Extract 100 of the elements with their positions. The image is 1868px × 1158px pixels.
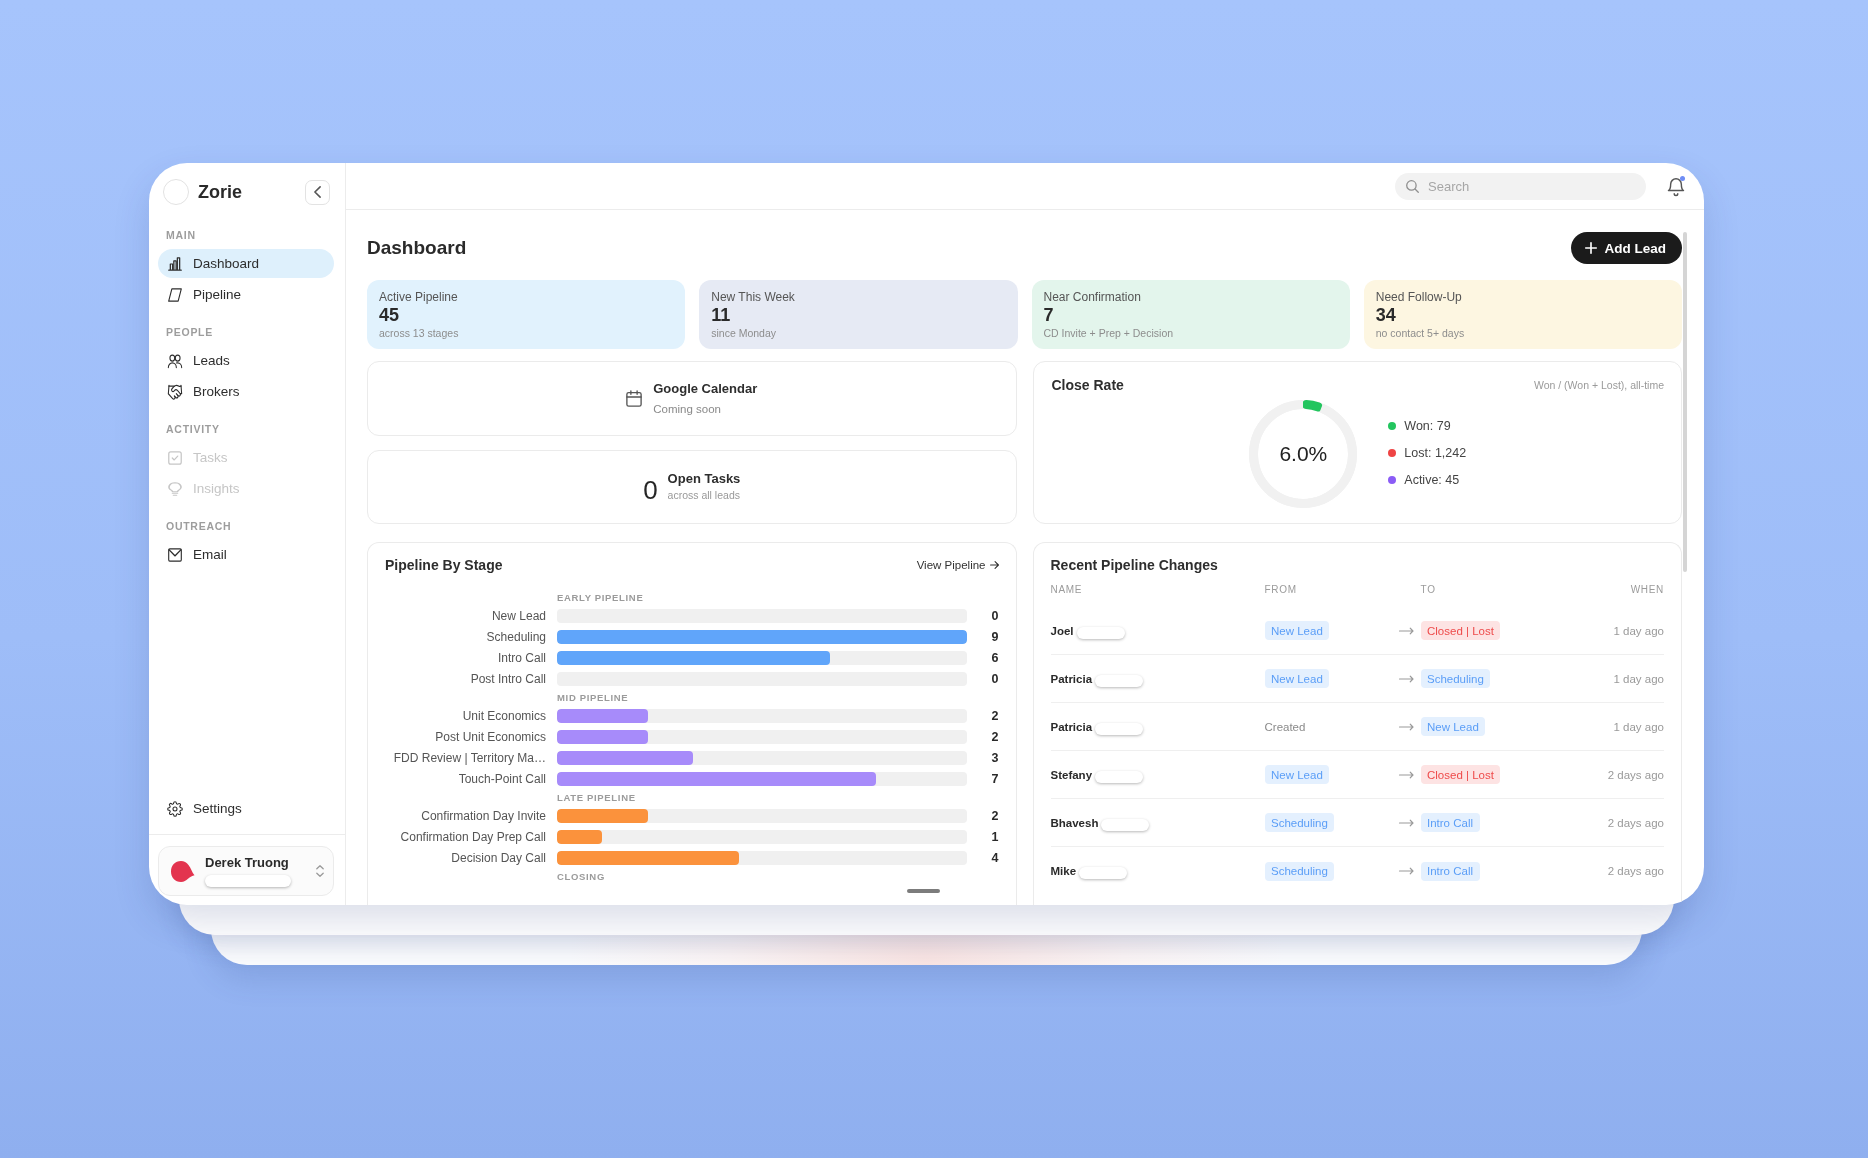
stat-label: Near Confirmation bbox=[1043, 290, 1141, 304]
long-arrow-icon bbox=[1398, 722, 1414, 731]
card-title: Close Rate bbox=[1051, 377, 1124, 393]
view-pipeline-link[interactable]: View Pipeline bbox=[916, 559, 999, 571]
stage-count: 0 bbox=[991, 671, 999, 686]
redaction-bar bbox=[1076, 626, 1125, 639]
stage-tag: Closed | Lost bbox=[1420, 765, 1501, 784]
redaction-bar bbox=[1095, 722, 1144, 735]
stage-count: 7 bbox=[991, 771, 999, 786]
section-label: PEOPLE bbox=[166, 325, 213, 339]
card-title: Open Tasks bbox=[667, 470, 741, 487]
stage-label: New Lead bbox=[491, 608, 546, 623]
lead-name: Mike bbox=[1050, 865, 1077, 877]
stage-count: 3 bbox=[991, 750, 999, 765]
scrollbar-thumb[interactable] bbox=[1683, 232, 1687, 572]
account-switcher[interactable]: Derek Truong bbox=[158, 846, 334, 896]
brand-name: Zorie bbox=[198, 181, 242, 203]
change-time: 1 day ago bbox=[1613, 720, 1664, 733]
lead-name: Bhavesh bbox=[1050, 816, 1099, 829]
group-label: LATE PIPELINE bbox=[557, 791, 636, 803]
stage-label: Confirmation Day Invite bbox=[421, 808, 546, 823]
handshake-icon bbox=[168, 384, 182, 399]
long-arrow-icon bbox=[1398, 674, 1414, 683]
add-lead-button[interactable]: Add Lead bbox=[1571, 232, 1682, 264]
parallelogram-icon bbox=[168, 287, 182, 302]
stage-tag: Scheduling bbox=[1420, 669, 1491, 688]
stage-tag: Intro Call bbox=[1420, 861, 1480, 881]
column-header: FROM bbox=[1264, 583, 1297, 595]
stage-count: 6 bbox=[991, 650, 999, 665]
stat-label: Active Pipeline bbox=[379, 290, 458, 304]
search-field[interactable]: Search bbox=[1395, 172, 1646, 200]
change-time: 1 day ago bbox=[1613, 624, 1664, 637]
group-label: CLOSING bbox=[557, 870, 605, 882]
card-title: Recent Pipeline Changes bbox=[1050, 556, 1218, 574]
nav-item[interactable]: Email bbox=[158, 540, 334, 569]
stat-value: 34 bbox=[1375, 304, 1396, 326]
stage-tag: Closed | Lost bbox=[1420, 621, 1501, 640]
change-time: 1 day ago bbox=[1613, 672, 1664, 685]
avatar-icon bbox=[170, 859, 195, 883]
stage-tag: Scheduling bbox=[1264, 861, 1335, 881]
section-label: ACTIVITY bbox=[166, 422, 220, 436]
search-icon bbox=[1406, 179, 1419, 193]
stage-count: 9 bbox=[991, 629, 999, 644]
column-header: WHEN bbox=[1630, 583, 1664, 595]
chevron-up-down-icon bbox=[316, 865, 324, 877]
nav-item[interactable]: Leads bbox=[158, 346, 334, 375]
checkbox-icon bbox=[168, 450, 182, 465]
stat-value: 11 bbox=[711, 304, 731, 326]
page-title: Dashboard bbox=[367, 237, 467, 259]
logo-icon bbox=[163, 179, 189, 205]
card-title: Pipeline By Stage bbox=[385, 557, 503, 573]
column-header: TO bbox=[1420, 583, 1436, 595]
stat-note: since Monday bbox=[711, 326, 777, 340]
stage-tag: New Lead bbox=[1264, 621, 1330, 640]
lead-name: Joel bbox=[1050, 624, 1074, 637]
stage-text: Created bbox=[1264, 720, 1306, 733]
stat-label: New This Week bbox=[711, 290, 795, 304]
arrow-right-icon bbox=[989, 561, 999, 569]
stat-note: across 13 stages bbox=[379, 326, 459, 340]
legend-label: Won: 79 bbox=[1404, 419, 1451, 433]
legend-label: Lost: 1,242 bbox=[1404, 446, 1467, 460]
bar-chart-icon bbox=[168, 256, 182, 271]
stage-label: Confirmation Day Prep Call bbox=[400, 829, 546, 844]
calendar-icon bbox=[626, 390, 643, 407]
stat-note: no contact 5+ days bbox=[1375, 326, 1465, 340]
scroll-handle[interactable] bbox=[907, 889, 940, 893]
envelope-icon bbox=[168, 547, 182, 562]
stage-tag: Intro Call bbox=[1420, 813, 1480, 832]
stage-tag: Scheduling bbox=[1264, 813, 1335, 832]
collapse-button[interactable] bbox=[305, 179, 330, 205]
stage-label: Decision Day Call bbox=[451, 850, 546, 865]
stage-label: Post Unit Economics bbox=[435, 729, 546, 744]
lead-name: Patricia bbox=[1050, 672, 1093, 685]
stage-count: 2 bbox=[991, 808, 999, 823]
change-time: 2 days ago bbox=[1607, 768, 1664, 781]
stage-tag: New Lead bbox=[1264, 669, 1330, 688]
task-count: 0 bbox=[643, 475, 658, 505]
nav-item[interactable]: Dashboard bbox=[158, 249, 334, 278]
card-note: across all leads bbox=[667, 488, 740, 503]
stage-count: 2 bbox=[991, 708, 999, 723]
nav-item[interactable]: Pipeline bbox=[158, 280, 334, 309]
stat-note: CD Invite + Prep + Decision bbox=[1043, 326, 1174, 340]
redaction-bar bbox=[1079, 867, 1128, 879]
change-time: 2 days ago bbox=[1607, 816, 1664, 829]
settings-icon bbox=[168, 801, 182, 816]
long-arrow-icon bbox=[1398, 626, 1414, 635]
nav-item[interactable]: Settings bbox=[158, 794, 334, 823]
long-arrow-icon bbox=[1398, 818, 1414, 827]
change-time: 2 days ago bbox=[1607, 865, 1664, 877]
chevron-left-icon bbox=[314, 186, 321, 198]
card-note: Coming soon bbox=[653, 401, 721, 417]
stage-label: FDD Review | Territory Ma… bbox=[393, 750, 546, 765]
bell-icon[interactable] bbox=[1668, 177, 1684, 195]
stage-count: 1 bbox=[991, 829, 999, 844]
stage-label: Scheduling bbox=[486, 629, 546, 644]
long-arrow-icon bbox=[1398, 770, 1414, 779]
nav-item[interactable]: Brokers bbox=[158, 377, 334, 406]
stat-value: 45 bbox=[379, 304, 400, 326]
redaction-bar bbox=[1095, 770, 1144, 783]
group-label: EARLY PIPELINE bbox=[557, 591, 644, 603]
